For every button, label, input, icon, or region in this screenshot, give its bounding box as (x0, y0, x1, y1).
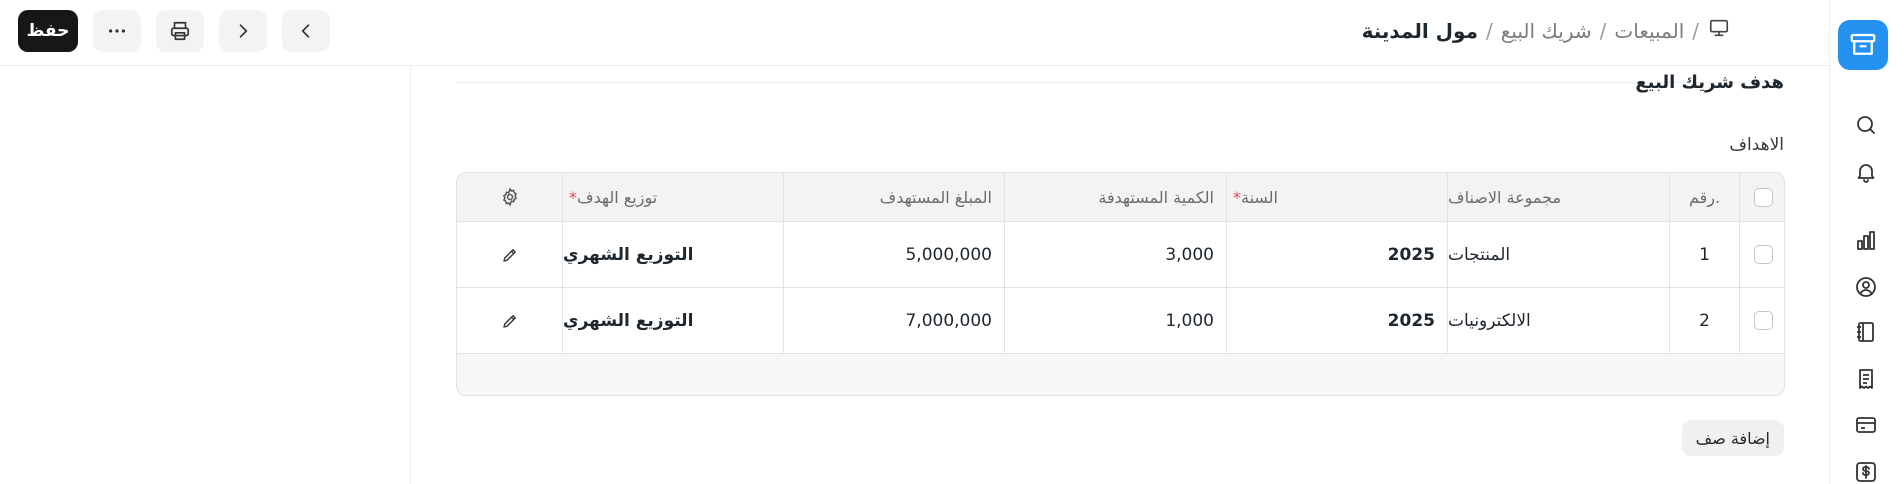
row-checkbox[interactable] (1753, 245, 1773, 264)
printer-icon (170, 21, 190, 41)
receipt-icon[interactable] (1854, 367, 1878, 391)
breadcrumb: / المبيعات / شريك البيع / مول المدينة (1362, 17, 1731, 44)
more-horizontal-icon (108, 29, 126, 33)
credit-card-icon[interactable] (1854, 413, 1878, 437)
print-button[interactable] (156, 10, 204, 52)
required-mark: * (1233, 187, 1241, 207)
required-mark: * (569, 187, 577, 207)
breadcrumb-separator: / (1485, 18, 1493, 43)
breadcrumb-item-sales-partner[interactable]: شريك البيع (1501, 19, 1592, 43)
header-target-amount[interactable]: المبلغ المستهدف (783, 173, 1004, 221)
table-header: توزيع الهدف * المبلغ المستهدف الكمية المس… (457, 173, 1784, 221)
cell-select[interactable] (1739, 222, 1784, 287)
save-button[interactable]: حفظ (18, 10, 78, 52)
search-icon[interactable] (1854, 113, 1878, 137)
table-footer (457, 353, 1784, 395)
header-select-all[interactable] (1739, 173, 1784, 221)
cell-fiscal-year[interactable]: 2025 (1226, 288, 1447, 353)
cell-row-number: 1 (1669, 222, 1739, 287)
chevron-right-icon (239, 24, 248, 38)
header-target-distribution[interactable]: توزيع الهدف * (562, 173, 783, 221)
table-row[interactable]: التوزيع الشهري 7,000,000 1,000 2025 الال… (457, 287, 1784, 353)
targets-label: الاهداف (1729, 135, 1784, 155)
section-title: هدف شريك البيع (1635, 72, 1784, 93)
edit-row-button[interactable] (457, 222, 562, 287)
cell-select[interactable] (1739, 288, 1784, 353)
chevron-left-icon (301, 24, 310, 38)
section-divider (456, 82, 1784, 83)
header-item-group[interactable]: مجموعة الاصناف (1447, 173, 1669, 221)
cell-row-number: 2 (1669, 288, 1739, 353)
notebook-icon[interactable] (1854, 320, 1878, 344)
header-fiscal-year[interactable]: السنة * (1226, 173, 1447, 221)
header-label: السنة (1241, 187, 1278, 207)
cell-target-distribution[interactable]: التوزيع الشهري (562, 222, 783, 287)
top-bar: حفظ / المبيعات / شريك البيع / مول المدين… (0, 0, 1829, 66)
column-settings-button[interactable] (457, 173, 562, 221)
header-target-qty[interactable]: الكمية المستهدفة (1004, 173, 1226, 221)
add-row-button[interactable]: إضافة صف (1681, 420, 1784, 456)
cell-target-amount[interactable]: 5,000,000 (783, 222, 1004, 287)
bell-icon[interactable] (1854, 160, 1878, 184)
dollar-icon[interactable] (1854, 460, 1878, 484)
cell-target-qty[interactable]: 1,000 (1004, 288, 1226, 353)
previous-record-button[interactable] (282, 10, 330, 52)
select-all-checkbox[interactable] (1753, 187, 1773, 207)
left-panel-divider (410, 66, 411, 484)
user-circle-icon[interactable] (1854, 275, 1878, 299)
cell-fiscal-year[interactable]: 2025 (1226, 222, 1447, 287)
row-checkbox[interactable] (1753, 311, 1773, 330)
next-record-button[interactable] (219, 10, 267, 52)
bar-chart-icon[interactable] (1854, 229, 1878, 253)
header-row-number: رقم. (1669, 173, 1739, 221)
cell-item-group[interactable]: الالكترونيات (1447, 288, 1669, 353)
breadcrumb-current: مول المدينة (1361, 18, 1478, 43)
more-actions-button[interactable] (93, 10, 141, 52)
pencil-icon (502, 314, 516, 328)
breadcrumb-item-sales[interactable]: المبيعات (1614, 19, 1684, 43)
edit-row-button[interactable] (457, 288, 562, 353)
pencil-icon (502, 248, 516, 262)
cell-target-amount[interactable]: 7,000,000 (783, 288, 1004, 353)
gear-icon (502, 187, 517, 207)
cell-target-qty[interactable]: 3,000 (1004, 222, 1226, 287)
targets-table: توزيع الهدف * المبلغ المستهدف الكمية المس… (456, 172, 1785, 396)
breadcrumb-separator: / (1599, 18, 1607, 43)
cell-target-distribution[interactable]: التوزيع الشهري (562, 288, 783, 353)
monitor-icon[interactable] (1707, 17, 1731, 44)
table-row[interactable]: التوزيع الشهري 5,000,000 3,000 2025 المن… (457, 221, 1784, 287)
cell-item-group[interactable]: المنتجات (1447, 222, 1669, 287)
app-sidebar (1829, 0, 1904, 484)
header-label: توزيع الهدف (577, 187, 658, 207)
app-logo-icon[interactable] (1838, 20, 1888, 70)
breadcrumb-separator: / (1692, 18, 1699, 43)
